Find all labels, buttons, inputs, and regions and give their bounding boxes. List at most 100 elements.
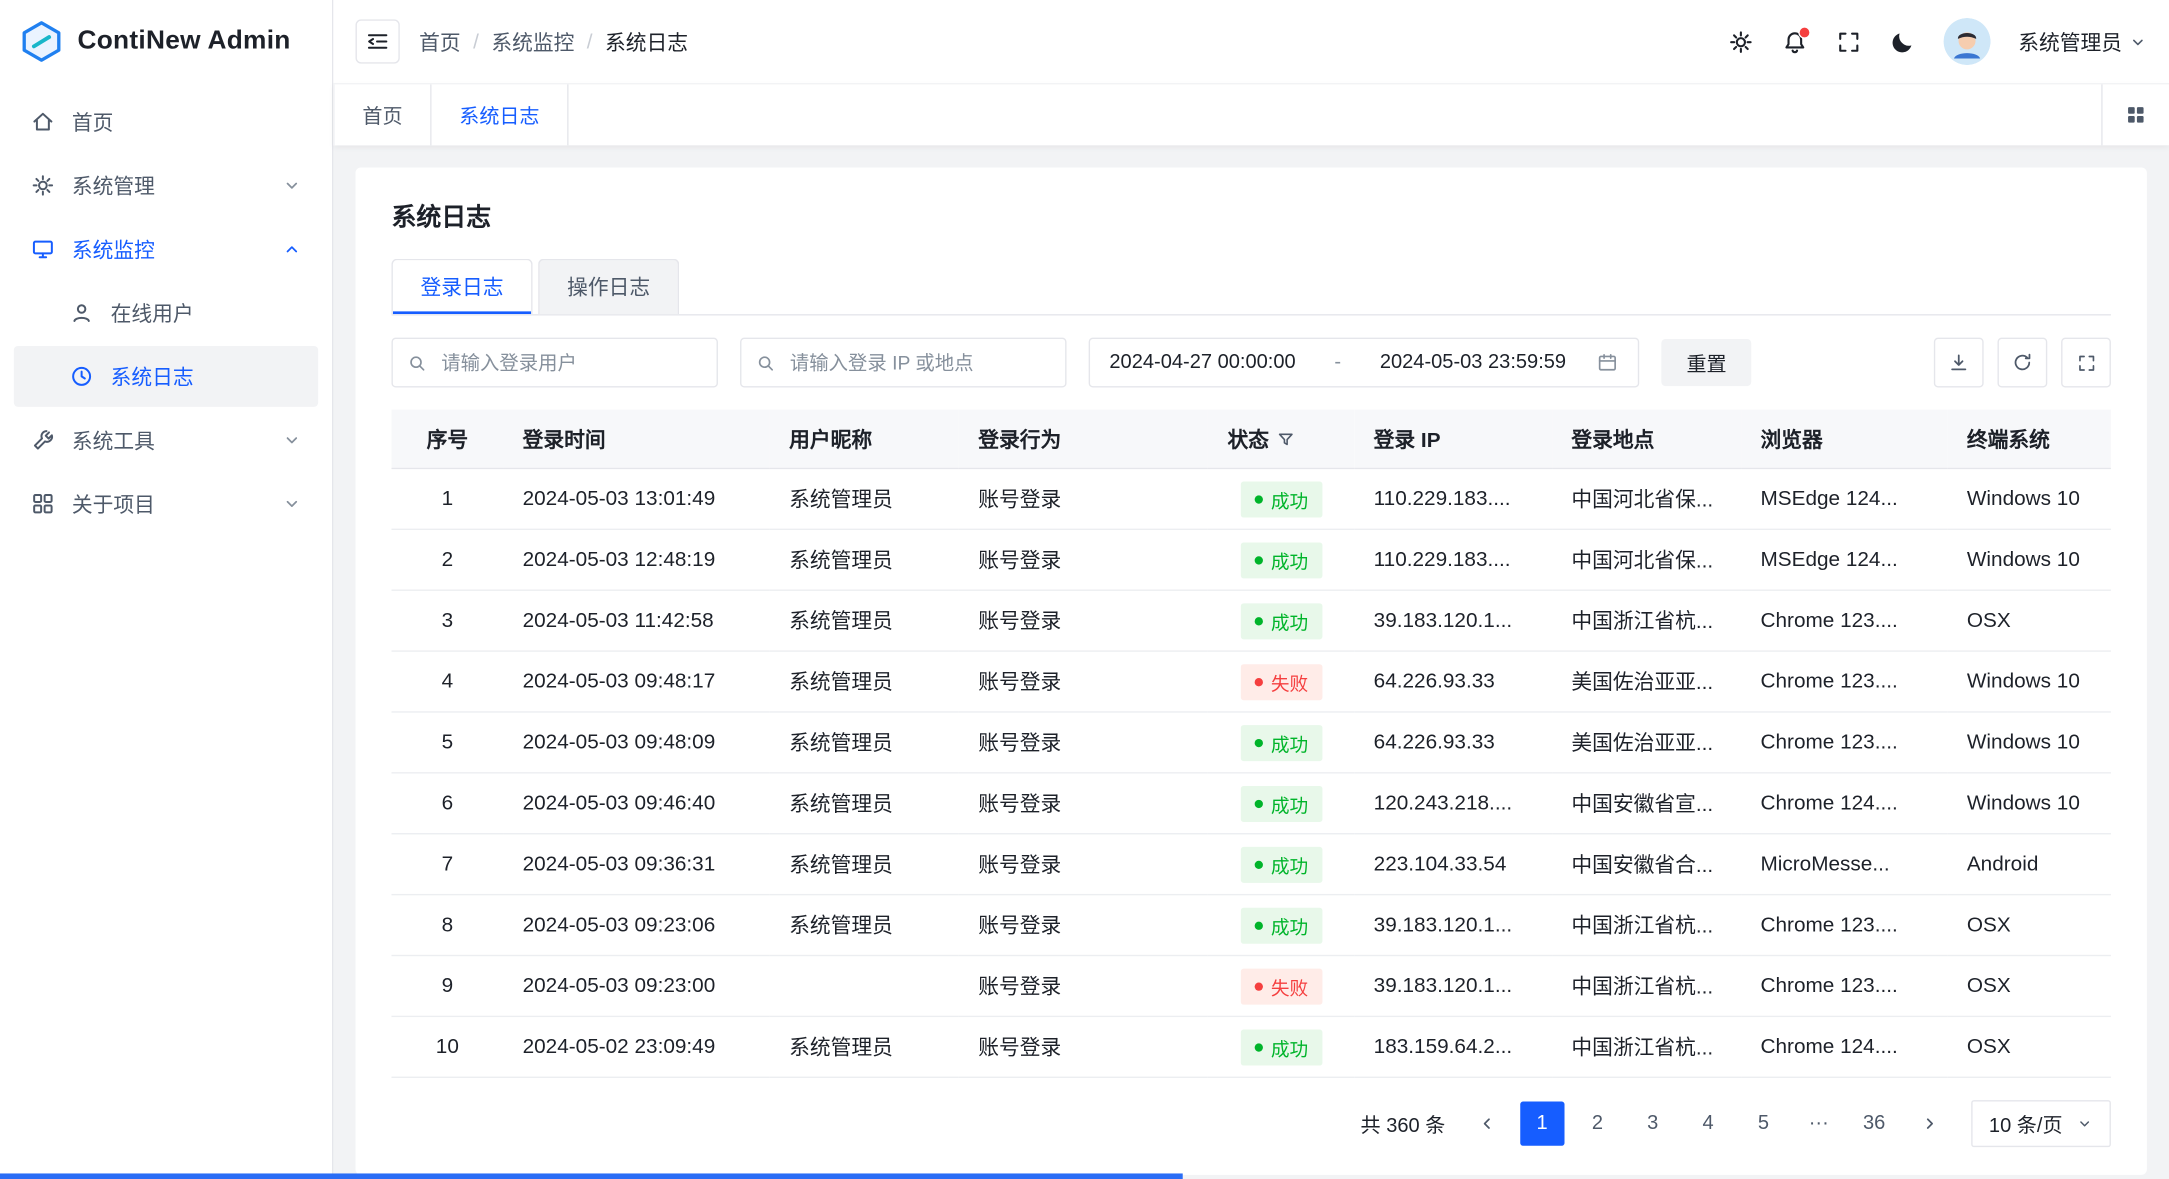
- breadcrumb-item-home[interactable]: 首页: [419, 27, 461, 56]
- table-row: 9 2024-05-03 09:23:00 账号登录 失败 39.183.120…: [391, 956, 2110, 1017]
- cell-ip: 183.159.64.2...: [1354, 1016, 1552, 1077]
- user-menu[interactable]: 系统管理员: [2018, 27, 2147, 56]
- monitor-icon: [30, 237, 55, 262]
- status-badge: 成功: [1240, 603, 1322, 639]
- tab-label: 登录日志: [421, 277, 504, 301]
- login-ip-search[interactable]: [740, 338, 1066, 388]
- login-ip-input[interactable]: [787, 350, 1051, 375]
- app-logo[interactable]: ContiNew Admin: [0, 0, 332, 83]
- pagination-page-5[interactable]: 5: [1741, 1102, 1785, 1146]
- reset-button[interactable]: 重置: [1662, 339, 1752, 386]
- fullscreen-icon[interactable]: [1836, 28, 1862, 54]
- cell-ip: 110.229.183....: [1354, 468, 1552, 529]
- login-user-input[interactable]: [439, 350, 703, 375]
- status-badge: 成功: [1240, 846, 1322, 882]
- col-header-ip: 登录 IP: [1354, 410, 1552, 469]
- cell-ip: 110.229.183....: [1354, 529, 1552, 590]
- expand-icon: [2076, 352, 2097, 373]
- sidebar-item-label: 系统日志: [111, 362, 302, 391]
- pagination-page-last[interactable]: 36: [1852, 1102, 1896, 1146]
- cell-location: 美国佐治亚亚...: [1552, 712, 1741, 773]
- status-badge: 失败: [1240, 968, 1322, 1004]
- download-button[interactable]: [1934, 338, 1984, 388]
- cell-time: 2024-05-03 11:42:58: [503, 590, 770, 651]
- cell-browser: Chrome 124....: [1741, 773, 1947, 834]
- sidebar-item-online-users[interactable]: 在线用户: [14, 282, 318, 343]
- cell-browser: Chrome 124....: [1741, 1016, 1947, 1077]
- cell-behavior: 账号登录: [959, 956, 1208, 1017]
- table-toolbar: [1934, 338, 2111, 388]
- refresh-icon: [2011, 351, 2033, 373]
- filter-funnel-icon[interactable]: [1277, 430, 1295, 448]
- sidebar-item-home[interactable]: 首页: [14, 91, 318, 152]
- date-start-value[interactable]: 2024-04-27 00:00:00: [1109, 351, 1295, 373]
- login-user-search[interactable]: [391, 338, 717, 388]
- log-tabs: 登录日志 操作日志: [391, 259, 2110, 316]
- col-header-status-label: 状态: [1228, 424, 1270, 453]
- pagination-page-3[interactable]: 3: [1631, 1102, 1675, 1146]
- cell-status: 失败: [1208, 956, 1354, 1017]
- cell-browser: Chrome 123....: [1741, 651, 1947, 712]
- sidebar-collapse-button[interactable]: [356, 19, 400, 63]
- breadcrumb-separator: /: [587, 30, 593, 54]
- cell-location: 美国佐治亚亚...: [1552, 651, 1741, 712]
- pagination-more-button[interactable]: ···: [1797, 1102, 1841, 1146]
- pagination-page-2[interactable]: 2: [1575, 1102, 1619, 1146]
- date-end-value[interactable]: 2024-05-03 23:59:59: [1380, 351, 1566, 373]
- chevron-up-icon: [282, 239, 301, 258]
- clock-icon: [69, 364, 94, 389]
- pagination-next-button[interactable]: [1907, 1102, 1951, 1146]
- user-icon: [69, 300, 94, 325]
- expand-button[interactable]: [2061, 338, 2111, 388]
- cell-behavior: 账号登录: [959, 834, 1208, 895]
- col-header-behavior: 登录行为: [959, 410, 1208, 469]
- sidebar-item-system-tools[interactable]: 系统工具: [14, 410, 318, 471]
- refresh-button[interactable]: [1997, 338, 2047, 388]
- col-header-browser: 浏览器: [1741, 410, 1947, 469]
- content-area: 系统日志 登录日志 操作日志: [333, 145, 2169, 1179]
- sidebar-item-system-management[interactable]: 系统管理: [14, 155, 318, 216]
- pagination-page-1[interactable]: 1: [1520, 1102, 1564, 1146]
- tab-login-log[interactable]: 登录日志: [391, 259, 532, 314]
- sidebar-item-system-log[interactable]: 系统日志: [14, 346, 318, 407]
- tab-home[interactable]: 首页: [333, 84, 431, 145]
- cell-browser: Chrome 123....: [1741, 956, 1947, 1017]
- tab-operation-log[interactable]: 操作日志: [538, 259, 679, 314]
- date-range-picker[interactable]: 2024-04-27 00:00:00 - 2024-05-03 23:59:5…: [1089, 338, 1640, 388]
- main-area: 首页 / 系统监控 / 系统日志: [333, 0, 2169, 1179]
- dark-mode-moon-icon[interactable]: [1890, 28, 1916, 54]
- cell-status: 成功: [1208, 529, 1354, 590]
- cell-behavior: 账号登录: [959, 895, 1208, 956]
- cell-ip: 39.183.120.1...: [1354, 895, 1552, 956]
- cell-time: 2024-05-03 09:48:17: [503, 651, 770, 712]
- date-separator: -: [1315, 351, 1360, 373]
- cell-no: 6: [391, 773, 503, 834]
- cell-location: 中国浙江省杭...: [1552, 956, 1741, 1017]
- cell-ip: 64.226.93.33: [1354, 651, 1552, 712]
- breadcrumb-separator: /: [473, 30, 479, 54]
- cell-time: 2024-05-03 09:36:31: [503, 834, 770, 895]
- tab-actions-button[interactable]: [2101, 84, 2169, 145]
- notification-bell-icon[interactable]: [1782, 28, 1808, 54]
- breadcrumb: 首页 / 系统监控 / 系统日志: [419, 27, 688, 56]
- settings-gear-icon[interactable]: [1728, 28, 1754, 54]
- cell-behavior: 账号登录: [959, 712, 1208, 773]
- tab-label: 系统日志: [459, 100, 539, 129]
- cell-nickname: 系统管理员: [770, 895, 959, 956]
- wrench-icon: [30, 428, 55, 453]
- pagination-page-4[interactable]: 4: [1686, 1102, 1730, 1146]
- cell-no: 4: [391, 651, 503, 712]
- avatar[interactable]: [1944, 18, 1991, 65]
- sidebar-item-about-project[interactable]: 关于项目: [14, 473, 318, 534]
- sidebar-item-system-monitor[interactable]: 系统监控: [14, 219, 318, 280]
- pagination-prev-button[interactable]: [1465, 1102, 1509, 1146]
- sidebar: ContiNew Admin 首页 系统管理: [0, 0, 333, 1179]
- page-size-select[interactable]: 10 条/页: [1971, 1100, 2111, 1147]
- cell-time: 2024-05-03 09:23:06: [503, 895, 770, 956]
- chevron-down-icon: [282, 176, 301, 195]
- pagination-total: 共 360 条: [1361, 1109, 1446, 1138]
- sidebar-item-label: 在线用户: [111, 298, 302, 327]
- tab-system-log[interactable]: 系统日志: [432, 84, 569, 145]
- cell-os: OSX: [1947, 1016, 2110, 1077]
- breadcrumb-item-monitor[interactable]: 系统监控: [491, 27, 574, 56]
